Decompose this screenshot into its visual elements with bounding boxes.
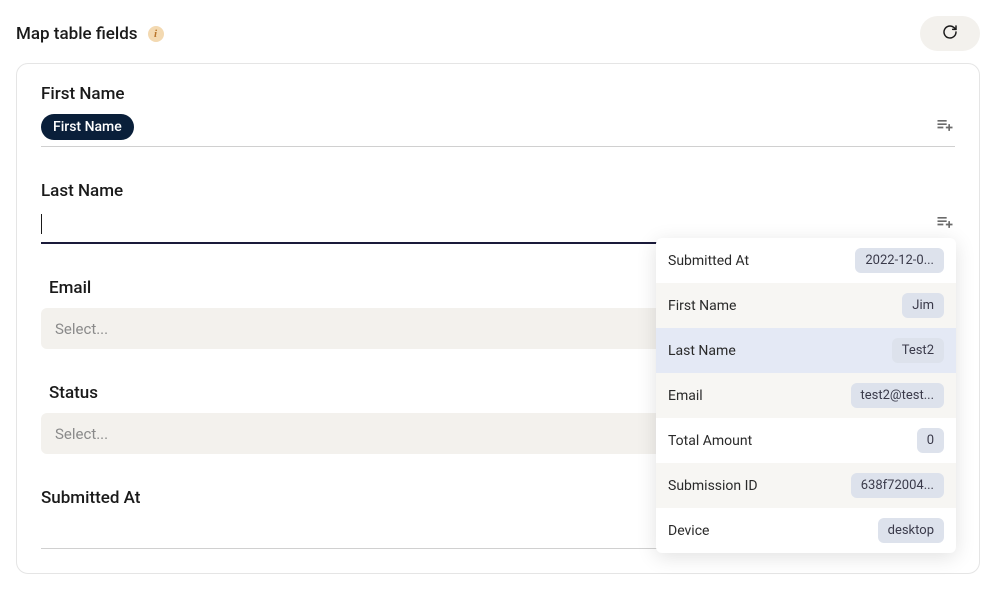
dropdown-item-total-amount[interactable]: Total Amount 0 — [656, 418, 956, 463]
dropdown-item-submission-id[interactable]: Submission ID 638f72004... — [656, 463, 956, 508]
chip-first-name[interactable]: First Name — [41, 114, 134, 140]
playlist-add-icon[interactable] — [935, 212, 955, 236]
dropdown-item-value: test2@test... — [851, 383, 944, 408]
field-label-last-name: Last Name — [41, 181, 955, 201]
select-placeholder-status: Select... — [55, 425, 108, 443]
dropdown-item-label: Last Name — [668, 343, 736, 359]
playlist-add-icon[interactable] — [935, 115, 955, 139]
dropdown-item-value: desktop — [878, 518, 944, 543]
dropdown-item-submitted-at[interactable]: Submitted At 2022-12-0... — [656, 238, 956, 283]
info-icon[interactable]: i — [148, 26, 164, 42]
select-placeholder-email: Select... — [55, 320, 108, 338]
field-first-name: First Name First Name — [41, 84, 955, 147]
dropdown-item-label: Total Amount — [668, 433, 752, 449]
refresh-button[interactable] — [920, 16, 980, 51]
header: Map table fields i — [16, 16, 980, 51]
dropdown-item-value: 638f72004... — [851, 473, 944, 498]
dropdown-item-email[interactable]: Email test2@test... — [656, 373, 956, 418]
header-title-wrap: Map table fields i — [16, 24, 164, 44]
dropdown-item-label: First Name — [668, 298, 736, 314]
dropdown-item-value: Test2 — [892, 338, 944, 363]
dropdown-item-label: Submission ID — [668, 478, 758, 494]
dropdown-item-label: Submitted At — [668, 253, 749, 269]
page-title: Map table fields — [16, 24, 138, 44]
dropdown-item-label: Email — [668, 388, 703, 404]
field-row-first-name[interactable]: First Name — [41, 114, 955, 147]
last-name-input[interactable] — [42, 211, 935, 236]
dropdown-item-label: Device — [668, 523, 709, 539]
field-label-first-name: First Name — [41, 84, 955, 104]
dropdown-item-value: 0 — [917, 428, 944, 453]
refresh-icon — [942, 24, 958, 43]
dropdown-item-value: Jim — [902, 293, 944, 318]
dropdown-item-last-name[interactable]: Last Name Test2 — [656, 328, 956, 373]
dropdown-item-device[interactable]: Device desktop — [656, 508, 956, 553]
field-suggestions-dropdown: Submitted At 2022-12-0... First Name Jim… — [656, 238, 956, 553]
field-last-name: Last Name — [41, 181, 955, 244]
dropdown-item-first-name[interactable]: First Name Jim — [656, 283, 956, 328]
dropdown-item-value: 2022-12-0... — [855, 248, 944, 273]
